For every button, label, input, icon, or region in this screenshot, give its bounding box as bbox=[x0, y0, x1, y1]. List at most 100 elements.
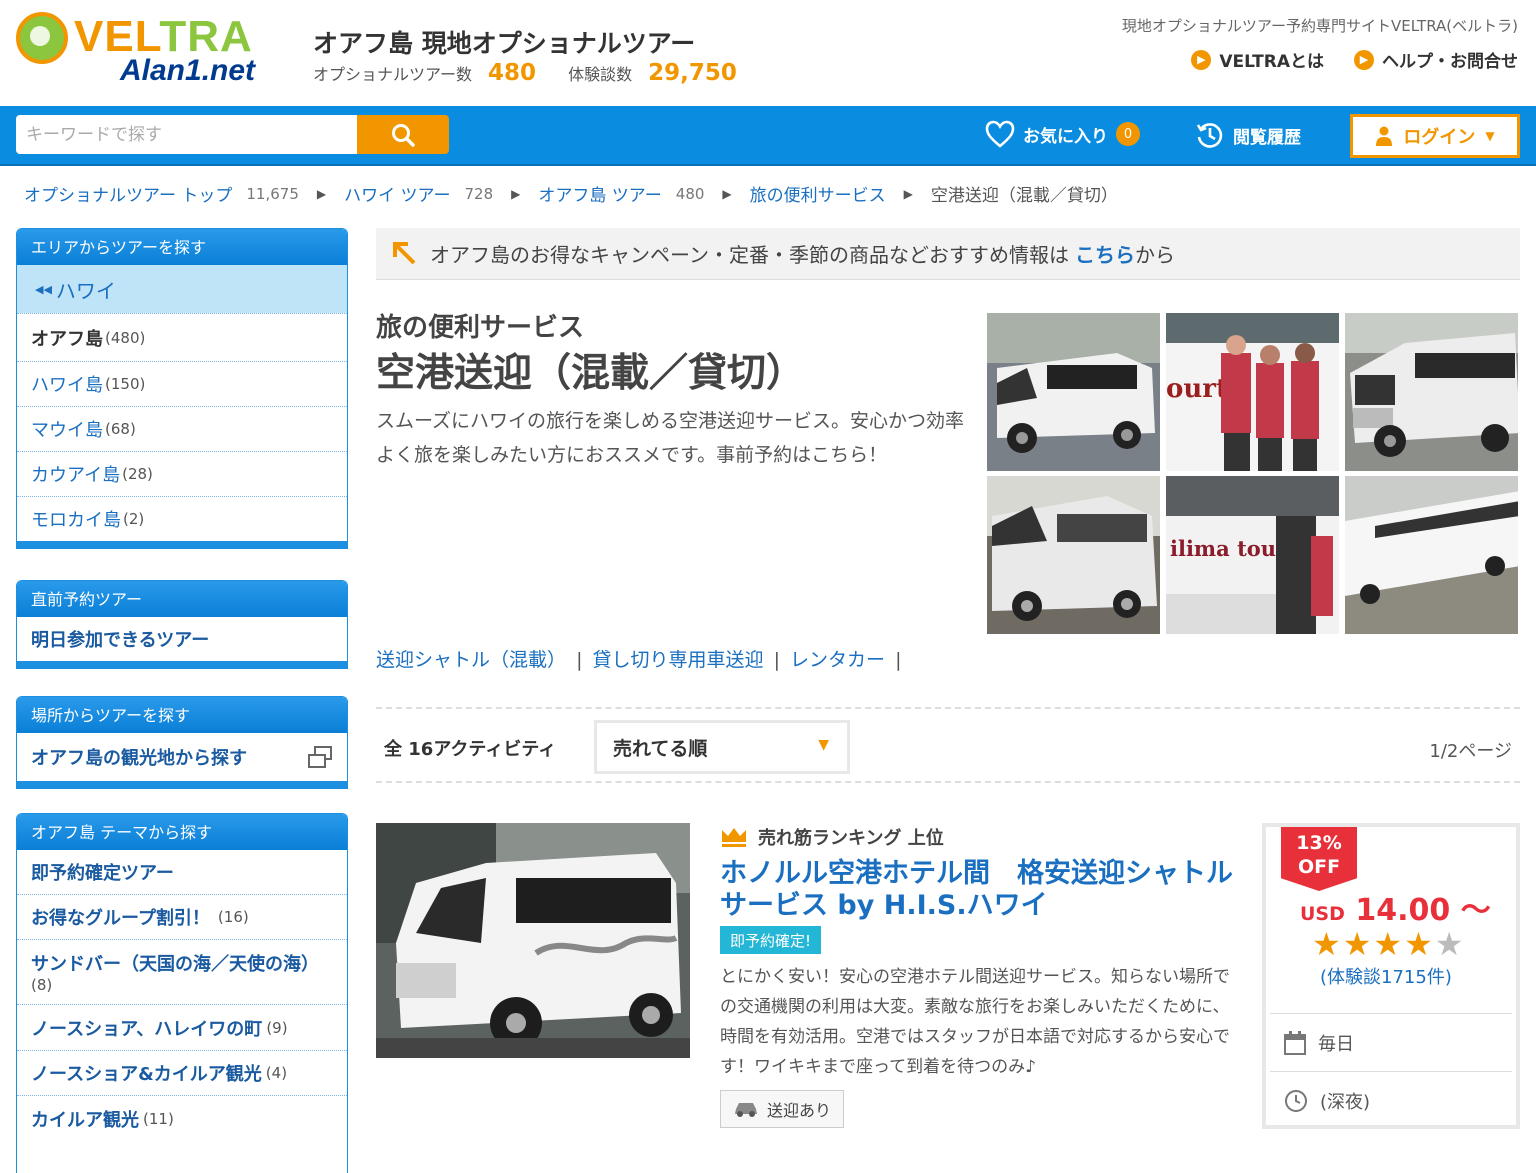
chevron-down-icon: ▼ bbox=[818, 737, 829, 753]
history-button[interactable]: 閲覧履歴 bbox=[1195, 120, 1301, 150]
sidebar-item-kailua[interactable]: カイルア観光 (11) bbox=[17, 1095, 347, 1141]
site-header: VELTRA Alan1.net オアフ島 現地オプショナルツアー オプショナル… bbox=[0, 0, 1536, 106]
breadcrumb-current: 空港送迎（混載／貸切） bbox=[930, 186, 1118, 206]
breadcrumb: オプショナルツアー トップ 11,675 ▶ ハワイ ツアー 728 ▶ オアフ… bbox=[24, 181, 1118, 207]
sidebar-item-label: マウイ島 bbox=[31, 420, 103, 441]
popup-window-icon bbox=[308, 746, 332, 768]
globe-icon bbox=[16, 12, 68, 64]
sidebar-item-count: (68) bbox=[105, 420, 136, 438]
nav-bar: お気に入り 0 閲覧履歴 ログイン ▼ bbox=[0, 106, 1536, 166]
star-filled-icon: ★ bbox=[1404, 925, 1433, 963]
sidebar-item-count: (4) bbox=[265, 1064, 288, 1082]
star-rating: ★ ★ ★ ★ ★ bbox=[1312, 927, 1463, 961]
sidebar-item-instant-confirm[interactable]: 即予約確定ツアー bbox=[17, 850, 347, 894]
sidebar-item-count: (150) bbox=[105, 375, 146, 393]
breadcrumb-oahu[interactable]: オアフ島 ツアー bbox=[538, 181, 661, 206]
sidebar-item-label: オアフ島 bbox=[31, 328, 103, 350]
page-indicator: 1/2ページ bbox=[1429, 741, 1512, 762]
tour-title-link[interactable]: ホノルル空港ホテル間 格安送迎シャトルサービス by H.I.S.ハワイ bbox=[720, 858, 1240, 922]
sidebar-item-label: サンドバー（天国の海／天使の海） bbox=[31, 954, 319, 975]
breadcrumb-count: 480 bbox=[675, 184, 705, 203]
breadcrumb-services[interactable]: 旅の便利サービス bbox=[750, 181, 886, 206]
instant-confirm-badge: 即予約確定! bbox=[720, 926, 822, 954]
pickup-tag-label: 送迎あり bbox=[766, 1101, 831, 1120]
ranking-text: 売れ筋ランキング 上位 bbox=[758, 828, 944, 849]
area-search-heading: エリアからツアーを探す bbox=[17, 229, 347, 265]
sidebar-item-maui[interactable]: マウイ島 (68) bbox=[17, 406, 347, 451]
search-button[interactable] bbox=[357, 115, 449, 154]
review-count-label: 体験談数 bbox=[568, 65, 633, 84]
region-back-link[interactable]: ◀◀ ハワイ bbox=[17, 265, 347, 313]
tour-thumbnail[interactable] bbox=[376, 823, 690, 1058]
sidebar-item-northshore-haleiwa[interactable]: ノースショア、ハレイワの町 (9) bbox=[17, 1004, 347, 1050]
review-count-link[interactable]: (体験談1715件) bbox=[1320, 963, 1452, 989]
theme-search-panel: オアフ島 テーマから探す 即予約確定ツアー お得なグループ割引！ (16) サン… bbox=[16, 813, 348, 1173]
sort-select[interactable]: 売れてる順 ▼ bbox=[594, 720, 850, 774]
breadcrumb-arrow-icon: ▶ bbox=[903, 186, 913, 201]
breadcrumb-arrow-icon: ▶ bbox=[722, 186, 732, 201]
private-transfer-link[interactable]: 貸し切り専用車送迎 bbox=[593, 649, 764, 671]
veltra-logo[interactable]: VELTRA Alan1.net bbox=[16, 10, 286, 90]
sidebar-item-label: お得なグループ割引！ bbox=[31, 908, 210, 929]
white-bus-photo bbox=[1345, 313, 1518, 471]
activity-total: 全 16アクティビティ bbox=[384, 739, 557, 760]
site-title: オアフ島 現地オプショナルツアー bbox=[313, 29, 696, 58]
breadcrumb-arrow-icon: ▶ bbox=[511, 186, 521, 201]
staff-photo: ourt bbox=[1166, 313, 1339, 471]
shuttle-link[interactable]: 送迎シャトル（混載） bbox=[376, 649, 566, 671]
sidebar-item-count: (9) bbox=[266, 1018, 288, 1037]
help-link[interactable]: ▶ ヘルプ・お問合せ bbox=[1354, 47, 1518, 72]
about-link-label: VELTRAとは bbox=[1219, 52, 1324, 72]
tour-count: 480 bbox=[488, 60, 537, 86]
breadcrumb-count: 728 bbox=[464, 184, 494, 203]
promo-banner: オアフ島のお得なキャンペーン・定番・季節の商品などおすすめ情報は こちら から bbox=[376, 228, 1520, 280]
sidebar-item-label: 明日参加できるツアー bbox=[31, 630, 210, 651]
place-search-panel: 場所からツアーを探す オアフ島の観光地から探す bbox=[16, 696, 348, 789]
tour-count-label: オプショナルツアー数 bbox=[313, 65, 473, 84]
star-empty-icon: ★ bbox=[1434, 925, 1464, 963]
breadcrumb-top[interactable]: オプショナルツアー トップ bbox=[24, 181, 232, 206]
category-description: スムーズにハワイの旅行を楽しめる空港送迎サービス。安心かつ効率よく旅を楽しみたい… bbox=[376, 410, 965, 466]
theme-search-heading: オアフ島 テーマから探す bbox=[17, 814, 347, 850]
van-photo bbox=[987, 476, 1160, 634]
shuttle-bus-photo bbox=[987, 313, 1160, 471]
sidebar-item-northshore-kailua[interactable]: ノースショア&カイルア観光 (4) bbox=[17, 1050, 347, 1095]
tour-description: とにかく安い！安心の空港ホテル間送迎サービス。知らない場所での交通機関の利用は大… bbox=[720, 967, 1230, 1077]
region-label: ハワイ bbox=[55, 278, 116, 303]
sidebar-item-molokai[interactable]: モロカイ島 (2) bbox=[17, 496, 347, 541]
tomorrow-tours-link[interactable]: 明日参加できるツアー bbox=[17, 617, 347, 661]
sidebar-item-count: (480) bbox=[105, 328, 146, 347]
promo-link[interactable]: こちら bbox=[1075, 239, 1135, 268]
login-button[interactable]: ログイン ▼ bbox=[1350, 114, 1520, 158]
double-chevron-left-icon: ◀◀ bbox=[35, 282, 52, 296]
search-icon bbox=[392, 123, 415, 147]
category-photo-grid: ourt ilima tours bbox=[987, 313, 1520, 634]
breadcrumb-count: 11,675 bbox=[246, 184, 299, 203]
search-input[interactable] bbox=[16, 115, 358, 154]
caret-down-icon: ▼ bbox=[1485, 129, 1495, 143]
about-link[interactable]: ▶ VELTRAとは bbox=[1191, 47, 1324, 72]
review-count: 29,750 bbox=[648, 60, 737, 86]
sidebar-item-count: (8) bbox=[31, 976, 53, 994]
sidebar-item-hawaii-island[interactable]: ハワイ島 (150) bbox=[17, 361, 347, 406]
time-text: (深夜) bbox=[1320, 1091, 1371, 1113]
rental-car-link[interactable]: レンタカー bbox=[790, 649, 885, 671]
star-filled-icon: ★ bbox=[1312, 925, 1341, 963]
crown-icon bbox=[722, 828, 746, 847]
sidebar-item-oahu[interactable]: オアフ島 (480) bbox=[17, 313, 347, 361]
discount-percent: 13% bbox=[1296, 832, 1342, 854]
calendar-icon bbox=[1284, 1030, 1306, 1055]
sidebar-item-label: カウアイ島 bbox=[31, 465, 121, 486]
sidebar-item-sandbar[interactable]: サンドバー（天国の海／天使の海） (8) bbox=[17, 939, 347, 1004]
ilima-tours-bus-photo: ilima tours bbox=[1166, 476, 1339, 634]
price: USD 14.00 ～ bbox=[1300, 885, 1491, 929]
sidebar-item-kauai[interactable]: カウアイ島 (28) bbox=[17, 451, 347, 496]
breadcrumb-hawaii[interactable]: ハワイ ツアー bbox=[344, 181, 450, 206]
sidebar-item-label: オアフ島の観光地から探す bbox=[31, 748, 247, 769]
separator: | bbox=[576, 649, 583, 671]
chevron-right-icon: ▶ bbox=[1191, 49, 1212, 70]
favorites-button[interactable]: お気に入り 0 bbox=[985, 120, 1140, 148]
sightseeing-search-link[interactable]: オアフ島の観光地から探す bbox=[17, 733, 347, 781]
sidebar-item-group-discount[interactable]: お得なグループ割引！ (16) bbox=[17, 894, 347, 939]
clock-icon bbox=[1285, 1089, 1307, 1112]
